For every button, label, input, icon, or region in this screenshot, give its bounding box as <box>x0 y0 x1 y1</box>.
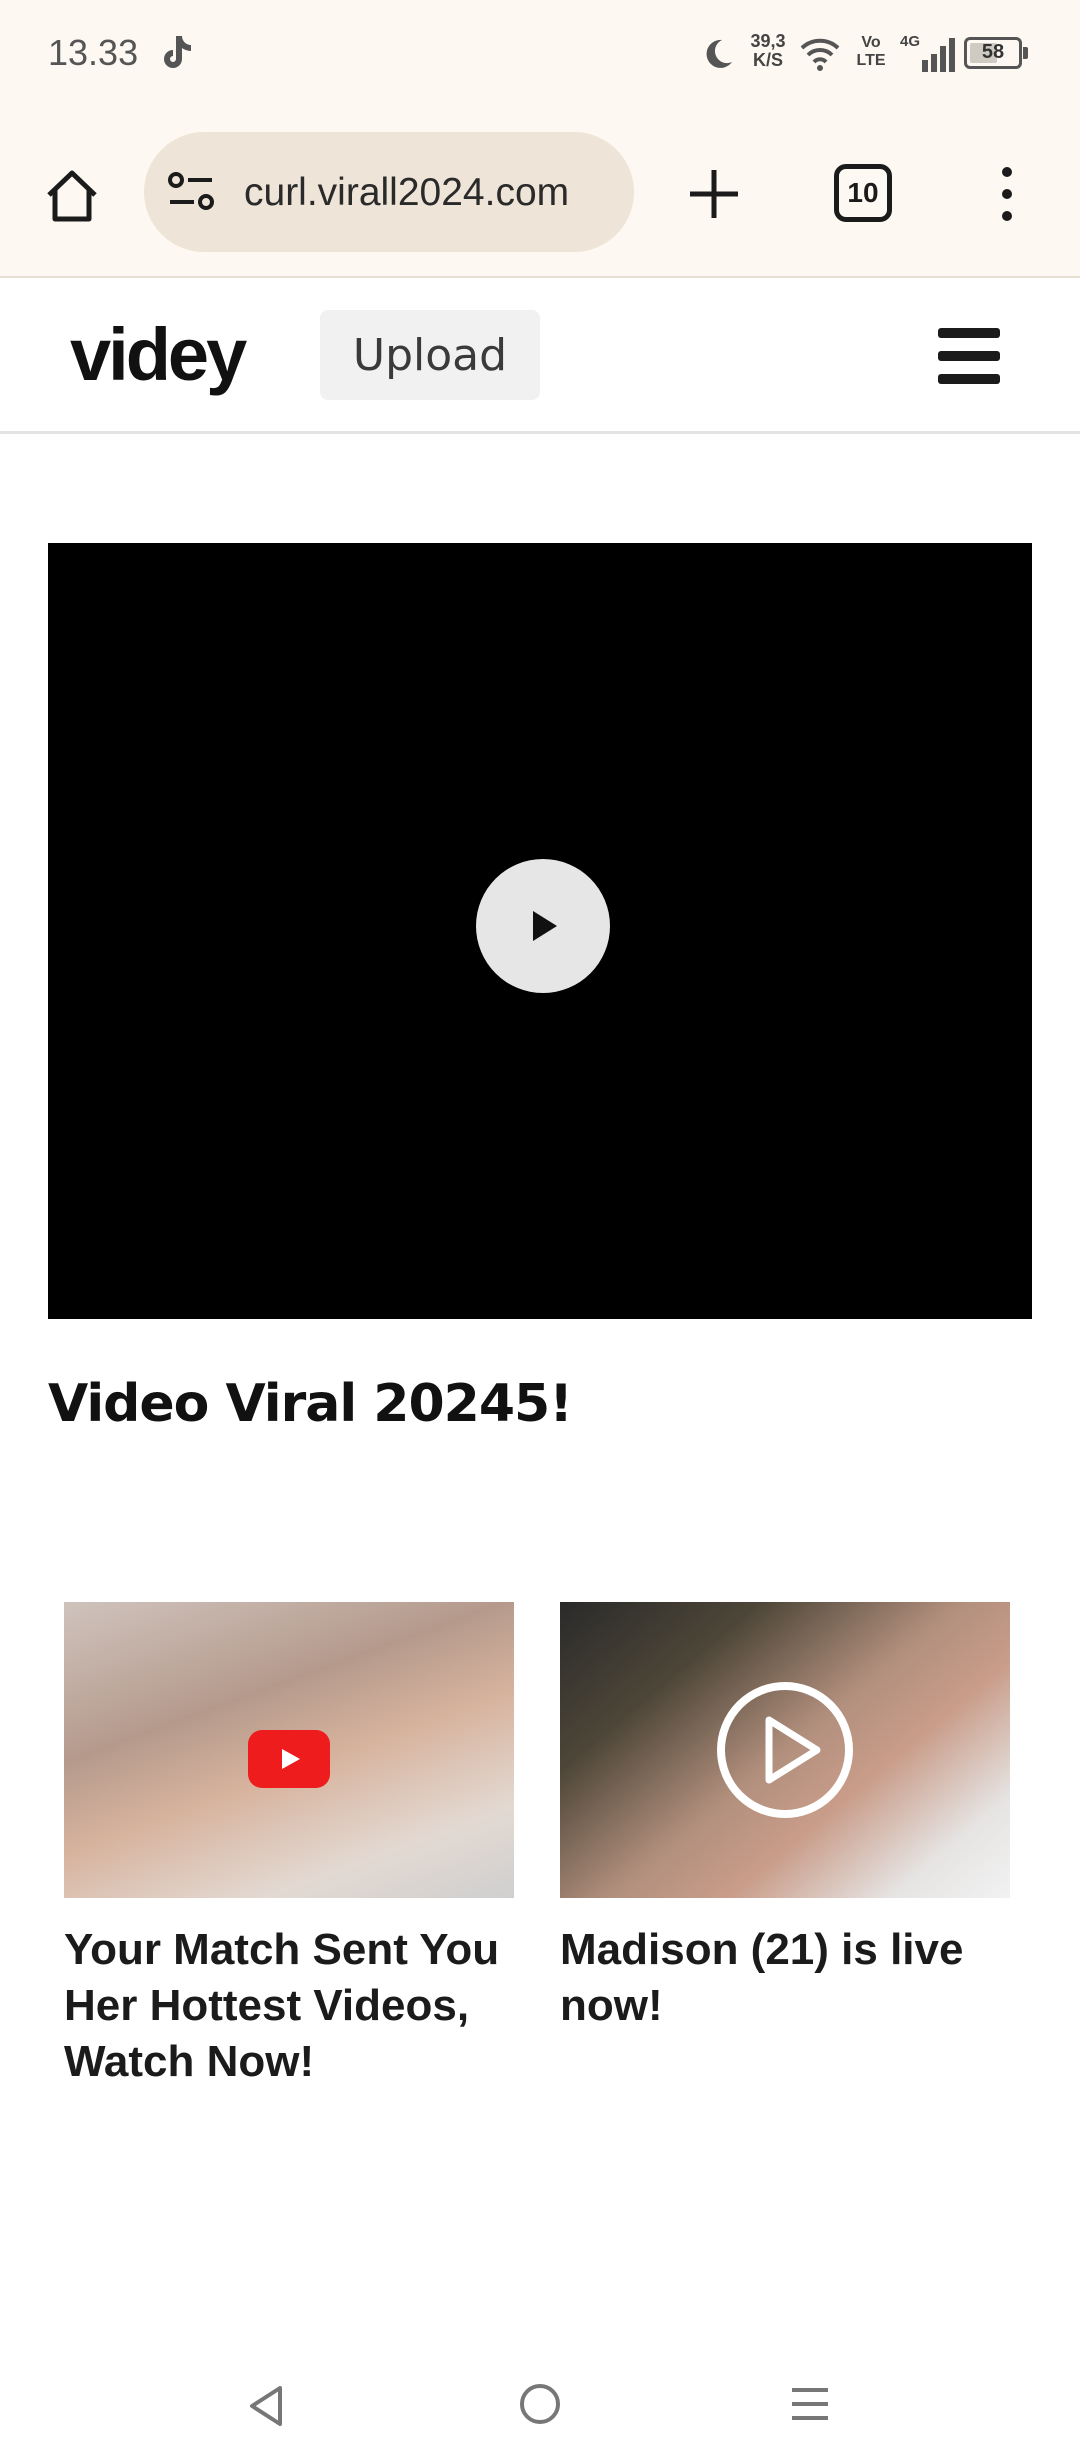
youtube-play-icon <box>248 1730 330 1788</box>
address-bar[interactable]: curl.virall2024.com <box>144 132 634 252</box>
ad-caption[interactable]: Your Match Sent You Her Hottest Videos, … <box>64 1922 514 2090</box>
volte-indicator: Vo LTE <box>856 34 886 69</box>
tiktok-icon <box>164 36 191 68</box>
recents-icon[interactable] <box>790 2382 830 2426</box>
hamburger-line <box>938 374 1000 384</box>
url-text[interactable]: curl.virall2024.com <box>244 168 624 218</box>
system-navigation-bar <box>0 2330 1080 2460</box>
play-circle-icon <box>717 1682 853 1818</box>
home-circle-icon[interactable] <box>518 2382 562 2426</box>
home-icon <box>47 170 97 222</box>
site-logo[interactable]: videy <box>70 310 247 400</box>
battery-level: 58 <box>981 41 1005 63</box>
battery-indicator: 58 <box>964 37 1028 69</box>
site-settings-icon[interactable] <box>166 168 218 216</box>
hamburger-line <box>938 328 1000 338</box>
back-icon[interactable] <box>244 2382 288 2430</box>
site-header: videy Upload <box>0 280 1080 434</box>
hamburger-menu-icon[interactable] <box>938 328 1000 384</box>
ad-thumbnail[interactable] <box>560 1602 1010 1898</box>
tab-switcher-button[interactable]: 10 <box>834 164 892 222</box>
status-time: 13.33 <box>48 32 139 73</box>
more-options-icon[interactable] <box>990 160 1024 228</box>
ad-card[interactable]: Madison (21) is live now! <box>560 1602 1010 2034</box>
ad-thumbnail[interactable] <box>64 1602 514 1898</box>
battery-tip <box>1023 47 1028 59</box>
network-speed: 39,3 K/S <box>750 31 786 70</box>
network-type: 4G <box>900 33 920 50</box>
status-bar: 13.33 39,3 K/S Vo LTE 4G 58 <box>0 0 1080 108</box>
ad-card[interactable]: Your Match Sent You Her Hottest Videos, … <box>64 1602 514 2090</box>
wifi-icon <box>800 38 840 71</box>
play-icon <box>533 911 557 941</box>
browser-toolbar: curl.virall2024.com 10 <box>0 108 1080 278</box>
play-button[interactable] <box>476 859 610 993</box>
do-not-disturb-icon <box>706 39 732 68</box>
home-button[interactable] <box>36 160 108 232</box>
upload-button[interactable]: Upload <box>320 310 540 400</box>
video-player[interactable] <box>48 543 1032 1319</box>
hamburger-line <box>938 351 1000 361</box>
ad-caption[interactable]: Madison (21) is live now! <box>560 1922 1010 2034</box>
signal-icon: 4G <box>900 33 955 72</box>
video-title: Video Viral 20245! <box>48 1374 573 1434</box>
new-tab-button[interactable] <box>680 160 748 228</box>
